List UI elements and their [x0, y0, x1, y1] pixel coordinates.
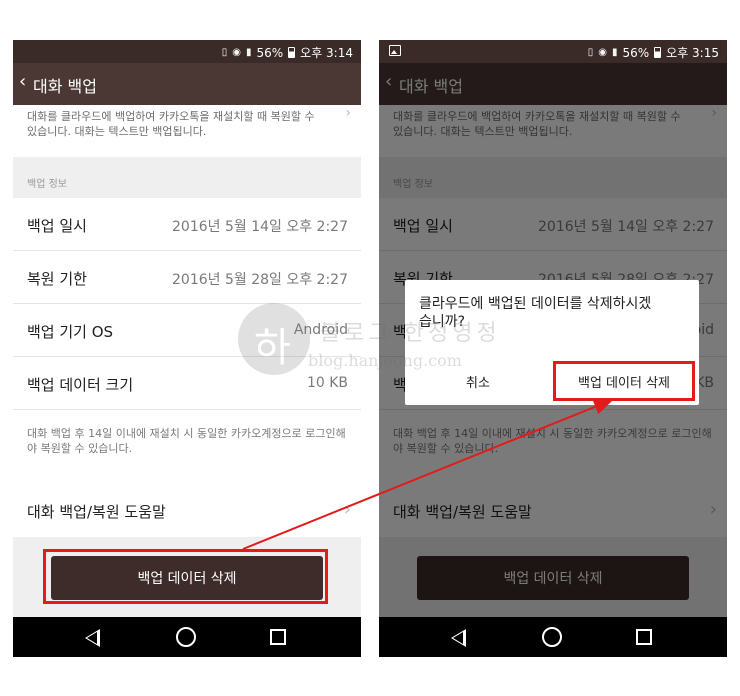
signal-icon: ▮ — [245, 47, 252, 58]
restore-note: 대화 백업 후 14일 이내에 재설치 시 동일한 카카오계정으로 로그인해야 … — [27, 427, 346, 455]
status-bar: ▯ ◉ ▮ 56% 오후 3:15 — [379, 40, 727, 63]
wifi-icon: ◉ — [598, 47, 607, 58]
backup-description: 대화를 클라우드에 백업하여 카카오톡을 재설치할 때 복원할 수 있습니다. … — [27, 110, 315, 138]
info-row: 백업 기기 OS Android — [13, 304, 361, 357]
section-label: 백업 정보 — [27, 179, 67, 190]
info-row: 백업 데이터 크기 10 KB — [13, 357, 361, 410]
nav-bar — [13, 617, 361, 657]
home-nav-icon[interactable] — [542, 627, 562, 647]
info-row-label: 백업 기기 OS — [27, 323, 114, 341]
status-bar: ▯ ◉ ▮ 56% 오후 3:14 — [13, 40, 361, 63]
back-chevron-icon[interactable]: ‹ — [19, 71, 26, 92]
delete-backup-button[interactable]: 백업 데이터 삭제 — [51, 556, 323, 600]
battery-icon — [654, 47, 662, 58]
info-row-label: 복원 기한 — [27, 270, 87, 288]
dialog-message: 클라우드에 백업된 데이터를 삭제하시겠습니까? — [419, 296, 652, 330]
status-time: 오후 3:14 — [300, 46, 353, 60]
info-row-value: Android — [293, 322, 348, 338]
image-icon — [389, 45, 401, 56]
vibrate-icon: ▯ — [587, 47, 594, 58]
wifi-icon: ◉ — [232, 47, 241, 58]
info-row-value: 2016년 5월 28일 오후 2:27 — [172, 272, 348, 288]
nav-bar — [379, 617, 727, 657]
backup-description-card[interactable]: 대화를 클라우드에 백업하여 카카오톡을 재설치할 때 복원할 수 있습니다. … — [13, 105, 361, 157]
phone-screen-after: ▯ ◉ ▮ 56% 오후 3:15 ‹ 대화 백업 대화를 클라우드에 백업하여… — [379, 40, 727, 657]
help-row[interactable]: 대화 백업/복원 도움말 › — [13, 484, 361, 537]
info-row-label: 백업 일시 — [27, 217, 87, 235]
battery-percent: 56% — [622, 45, 650, 60]
recent-apps-icon[interactable] — [636, 629, 652, 645]
back-nav-icon[interactable] — [85, 629, 100, 647]
vibrate-icon: ▯ — [221, 47, 228, 58]
chevron-right-icon: › — [343, 499, 351, 520]
phone-screen-before: ▯ ◉ ▮ 56% 오후 3:14 ‹ 대화 백업 대화를 클라우드에 백업하여… — [13, 40, 361, 657]
battery-percent: 56% — [256, 45, 284, 60]
page-title: 대화 백업 — [33, 77, 97, 96]
help-label: 대화 백업/복원 도움말 — [27, 503, 166, 521]
info-row: 백업 일시 2016년 5월 14일 오후 2:27 — [13, 198, 361, 251]
chevron-right-icon: › — [345, 105, 351, 121]
home-nav-icon[interactable] — [176, 627, 196, 647]
info-row: 복원 기한 2016년 5월 28일 오후 2:27 — [13, 251, 361, 304]
cancel-button[interactable]: 취소 — [405, 366, 551, 396]
info-row-value: 10 KB — [306, 375, 348, 391]
back-nav-icon[interactable] — [451, 629, 466, 647]
status-time: 오후 3:15 — [666, 46, 719, 60]
recent-apps-icon[interactable] — [270, 629, 286, 645]
info-row-label: 백업 데이터 크기 — [27, 376, 134, 394]
backup-info-card: 백업 일시 2016년 5월 14일 오후 2:27 복원 기한 2016년 5… — [13, 198, 361, 498]
battery-icon — [288, 47, 296, 58]
confirm-delete-dialog: 클라우드에 백업된 데이터를 삭제하시겠습니까? 취소 백업 데이터 삭제 — [405, 280, 699, 405]
confirm-delete-button[interactable]: 백업 데이터 삭제 — [555, 366, 693, 396]
signal-icon: ▮ — [611, 47, 618, 58]
app-bar: ‹ 대화 백업 — [13, 63, 361, 105]
info-row-value: 2016년 5월 14일 오후 2:27 — [172, 219, 348, 235]
